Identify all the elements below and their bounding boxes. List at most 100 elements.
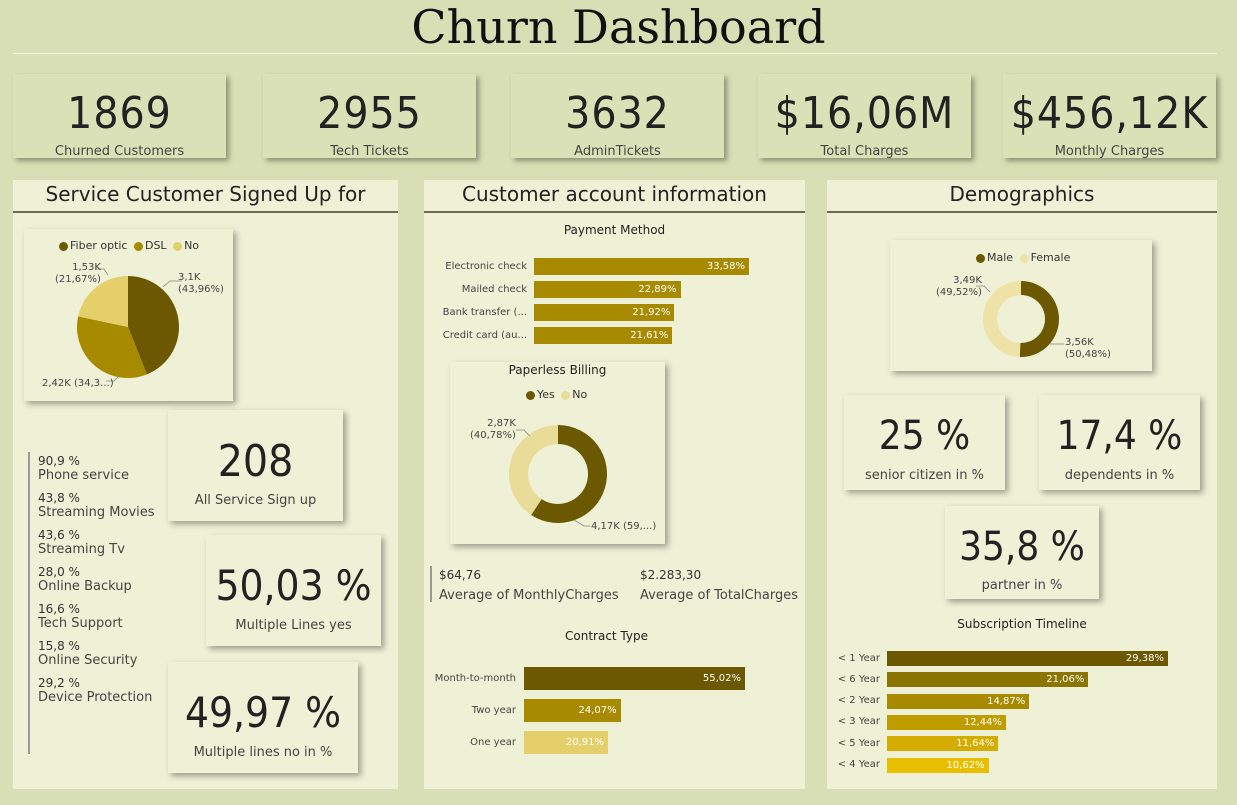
internet-service-pie xyxy=(77,268,182,382)
card-label: dependents in % xyxy=(1064,468,1175,483)
subscription-timeline-title: Subscription Timeline xyxy=(957,617,1087,631)
bar[interactable]: 21,92% xyxy=(534,304,675,321)
title-divider xyxy=(13,53,1217,54)
kpi-monthly-charges[interactable]: $456,12K Monthly Charges xyxy=(1003,74,1216,158)
internet-service-pie-card[interactable]: Fiber optic DSL No 3,1K (43,96%) 1,53K (… xyxy=(24,229,233,401)
bar-label: < 3 Year xyxy=(837,716,880,728)
payment-method-chart[interactable]: Electronic check 33,58% Mailed check 22,89%… xyxy=(430,258,800,350)
multiple-lines-yes-card[interactable]: 50,03 % Multiple Lines yes xyxy=(206,535,381,646)
service-list: 90,9 % Phone service 43,8 % Streaming Mo… xyxy=(28,452,168,754)
avg-monthly-label: Average of MonthlyCharges xyxy=(439,588,619,603)
kpi-value: 1869 xyxy=(67,88,172,139)
payment-method-title: Payment Method xyxy=(563,223,666,237)
service-pct: 28,0 % xyxy=(38,565,80,579)
kpi-value: $16,06M xyxy=(774,88,955,139)
panel-title: Demographics xyxy=(949,182,1095,206)
multiple-lines-no-card[interactable]: 49,97 % Multiple lines no in % xyxy=(168,662,358,773)
bar[interactable]: 55,02% xyxy=(524,667,745,690)
kpi-value: 2955 xyxy=(317,88,422,139)
panel-title: Service Customer Signed Up for xyxy=(45,182,366,206)
pie-label-dsl: 2,42K (34,3...) xyxy=(42,378,114,389)
bar[interactable]: 14,87% xyxy=(887,693,1030,709)
kpi-label: Tech Tickets xyxy=(330,144,409,158)
bar[interactable]: 21,61% xyxy=(534,327,673,344)
service-pct: 43,6 % xyxy=(38,528,80,542)
card-label: Multiple Lines yes xyxy=(235,618,352,633)
bar-label: < 1 Year xyxy=(837,652,880,664)
gender-donut xyxy=(976,281,1064,357)
service-name: Online Security xyxy=(38,653,138,668)
pie-label-fiber: 3,1K (43,96%) xyxy=(178,272,224,295)
kpi-value: 3632 xyxy=(565,88,670,139)
bar[interactable]: 21,06% xyxy=(887,672,1089,688)
kpi-admin-tickets[interactable]: 3632 AdminTickets xyxy=(511,74,724,158)
card-label: All Service Sign up xyxy=(194,493,317,508)
pie-label-no: 1,53K (21,67%) xyxy=(55,262,101,285)
card-value: 49,97 % xyxy=(184,688,342,737)
kpi-label: Monthly Charges xyxy=(1054,144,1165,158)
bar-label: Two year xyxy=(471,704,516,716)
bar[interactable]: 29,38% xyxy=(887,651,1168,666)
paperless-label-yes: 4,17K (59,...) xyxy=(591,521,657,532)
bar[interactable]: 10,62% xyxy=(887,757,989,773)
service-name: Tech Support xyxy=(38,616,123,631)
service-pct: 16,6 % xyxy=(38,602,80,616)
service-pct: 90,9 % xyxy=(38,454,80,468)
avg-total-value: $2.283,30 xyxy=(640,568,702,582)
gender-label-female: 3,49K (49,52%) xyxy=(936,275,982,298)
panel-divider xyxy=(424,211,805,213)
subscription-timeline-chart[interactable]: < 1 Year 29,38% < 6 Year 21,06% < 2 Year 14,8… xyxy=(833,651,1213,777)
paperless-label-no: 2,87K (40,78%) xyxy=(470,418,516,441)
all-service-signup-card[interactable]: 208 All Service Sign up xyxy=(168,410,343,521)
donut-slice-male[interactable] xyxy=(1019,281,1059,357)
kpi-label: Total Charges xyxy=(820,144,909,158)
divider xyxy=(430,566,432,602)
panel-title: Customer account information xyxy=(462,182,767,206)
avg-monthly-value: $64,76 xyxy=(439,568,481,582)
kpi-value: $456,12K xyxy=(1010,88,1209,139)
kpi-label: AdminTickets xyxy=(574,144,661,158)
panel-divider xyxy=(13,211,398,213)
contract-type-title: Contract Type xyxy=(565,629,648,643)
bar-label: Bank transfer (... xyxy=(442,306,527,318)
service-pct: 43,8 % xyxy=(38,491,80,505)
service-name: Online Backup xyxy=(38,579,132,594)
bar-label: Mailed check xyxy=(461,283,527,295)
bar-label: Electronic check xyxy=(445,260,527,272)
card-value: 35,8 % xyxy=(959,524,1085,570)
senior-citizen-card[interactable]: 25 % senior citizen in % xyxy=(844,395,1005,490)
bar-label: < 4 Year xyxy=(837,759,880,770)
service-name: Phone service xyxy=(38,468,129,483)
card-value: 208 xyxy=(217,436,294,487)
bar[interactable]: 33,58% xyxy=(534,258,749,275)
bar[interactable]: 11,64% xyxy=(887,736,999,752)
service-pct: 15,8 % xyxy=(38,639,80,653)
card-label: partner in % xyxy=(981,578,1063,593)
contract-type-chart[interactable]: Month-to-month 55,02% Two year 24,07% One ye… xyxy=(430,667,800,761)
bar-label: Month-to-month xyxy=(434,672,516,684)
gender-label-male: 3,56K (50,48%) xyxy=(1065,337,1111,360)
service-name: Streaming Tv xyxy=(38,542,125,557)
bar[interactable]: 24,07% xyxy=(524,699,621,722)
bar[interactable]: 20,91% xyxy=(524,731,608,754)
donut-slice-no[interactable] xyxy=(509,425,558,516)
bar[interactable]: 22,89% xyxy=(534,281,681,298)
kpi-tech-tickets[interactable]: 2955 Tech Tickets xyxy=(263,74,476,158)
partner-card[interactable]: 35,8 % partner in % xyxy=(945,506,1099,599)
paperless-donut xyxy=(509,425,607,527)
dashboard-title: Churn Dashboard xyxy=(411,0,826,54)
service-name: Device Protection xyxy=(38,690,153,705)
gender-donut-card[interactable]: Male Female 3,49K (49,52%) 3,56K (50,48%… xyxy=(890,240,1152,371)
card-label: Multiple lines no in % xyxy=(193,745,333,760)
bar-label: < 2 Year xyxy=(837,695,880,707)
paperless-billing-card[interactable]: Paperless Billing Yes No 2,87K (40,78%) … xyxy=(450,362,665,544)
donut-slice-female[interactable] xyxy=(982,281,1021,357)
kpi-churned-customers[interactable]: 1869 Churned Customers xyxy=(13,74,226,158)
kpi-total-charges[interactable]: $16,06M Total Charges xyxy=(758,74,971,158)
card-label: senior citizen in % xyxy=(864,468,985,483)
bar[interactable]: 12,44% xyxy=(887,714,1006,730)
bar-label: < 6 Year xyxy=(837,673,880,685)
dependents-card[interactable]: 17,4 % dependents in % xyxy=(1039,395,1200,490)
service-pct: 29,2 % xyxy=(38,676,80,690)
card-value: 17,4 % xyxy=(1056,413,1183,459)
